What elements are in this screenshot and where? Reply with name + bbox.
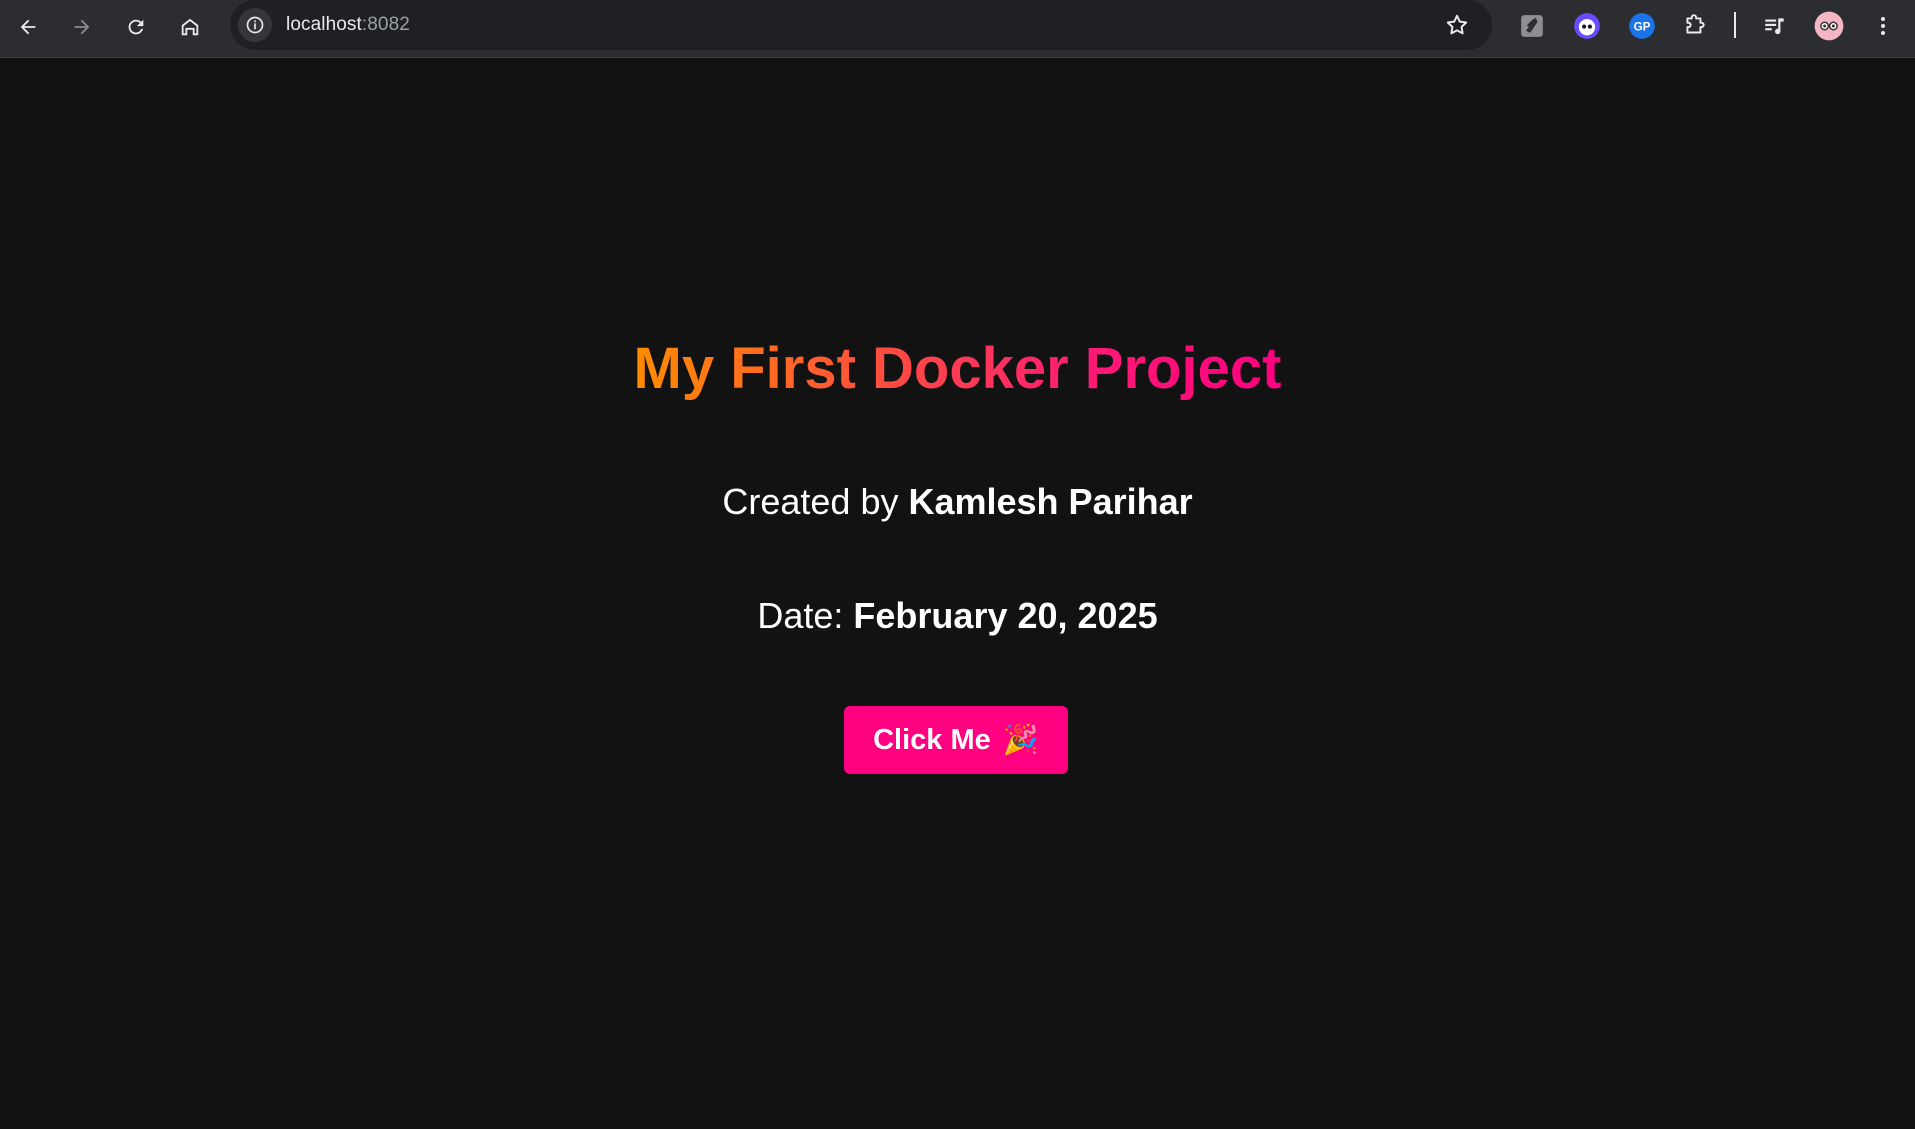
url-port: :8082 bbox=[361, 14, 410, 35]
extension-3-icon: GP bbox=[1629, 13, 1655, 39]
click-me-button[interactable]: Click Me 🎉 bbox=[844, 706, 1068, 774]
profile-button[interactable] bbox=[1814, 11, 1844, 41]
media-control-icon bbox=[1765, 18, 1784, 35]
creator-prefix: Created by bbox=[722, 481, 909, 522]
extension-1-icon bbox=[1521, 15, 1543, 37]
back-button[interactable] bbox=[10, 9, 46, 45]
forward-icon bbox=[74, 19, 90, 35]
bookmark-star-icon[interactable] bbox=[1444, 12, 1470, 38]
date-value: February 20, 2025 bbox=[853, 595, 1158, 636]
page-title-text: My First Docker Project bbox=[633, 336, 1282, 401]
creator-name: Kamlesh Parihar bbox=[908, 481, 1193, 522]
reload-button[interactable] bbox=[118, 9, 154, 45]
extension-2-icon bbox=[1574, 13, 1600, 39]
extensions-button[interactable] bbox=[1680, 11, 1710, 41]
browser-menu-button[interactable] bbox=[1868, 11, 1898, 41]
date-line: Date: February 20, 2025 bbox=[0, 595, 1915, 637]
party-popper-icon: 🎉 bbox=[1002, 724, 1039, 756]
site-info-button[interactable] bbox=[238, 8, 272, 42]
creator-line: Created by Kamlesh Parihar bbox=[0, 481, 1915, 523]
extension-3-button[interactable]: GP bbox=[1627, 11, 1657, 41]
date-prefix: Date: bbox=[757, 595, 854, 636]
home-button[interactable] bbox=[172, 9, 208, 45]
address-bar[interactable]: localhost:8082 bbox=[230, 0, 1492, 50]
site-info-icon bbox=[246, 16, 264, 34]
page-title: My First Docker Project bbox=[0, 335, 1915, 402]
url-text[interactable]: localhost:8082 bbox=[286, 14, 410, 36]
home-icon bbox=[181, 18, 199, 36]
click-me-label: Click Me bbox=[873, 723, 991, 756]
svg-text:GP: GP bbox=[1634, 21, 1651, 34]
profile-avatar-icon bbox=[1814, 11, 1844, 41]
extension-2-button[interactable] bbox=[1572, 11, 1602, 41]
extensions-puzzle-icon bbox=[1686, 14, 1705, 34]
forward-button[interactable] bbox=[64, 9, 100, 45]
page-content bbox=[0, 59, 1915, 1129]
back-icon bbox=[20, 19, 36, 35]
extension-1-button[interactable] bbox=[1517, 11, 1547, 41]
media-control-button[interactable] bbox=[1760, 11, 1790, 41]
reload-icon bbox=[128, 19, 144, 35]
menu-kebab-icon bbox=[1881, 17, 1885, 35]
url-host: localhost bbox=[286, 14, 362, 35]
browser-toolbar: localhost:8082 GP bbox=[0, 0, 1915, 58]
toolbar-divider bbox=[1734, 12, 1736, 38]
